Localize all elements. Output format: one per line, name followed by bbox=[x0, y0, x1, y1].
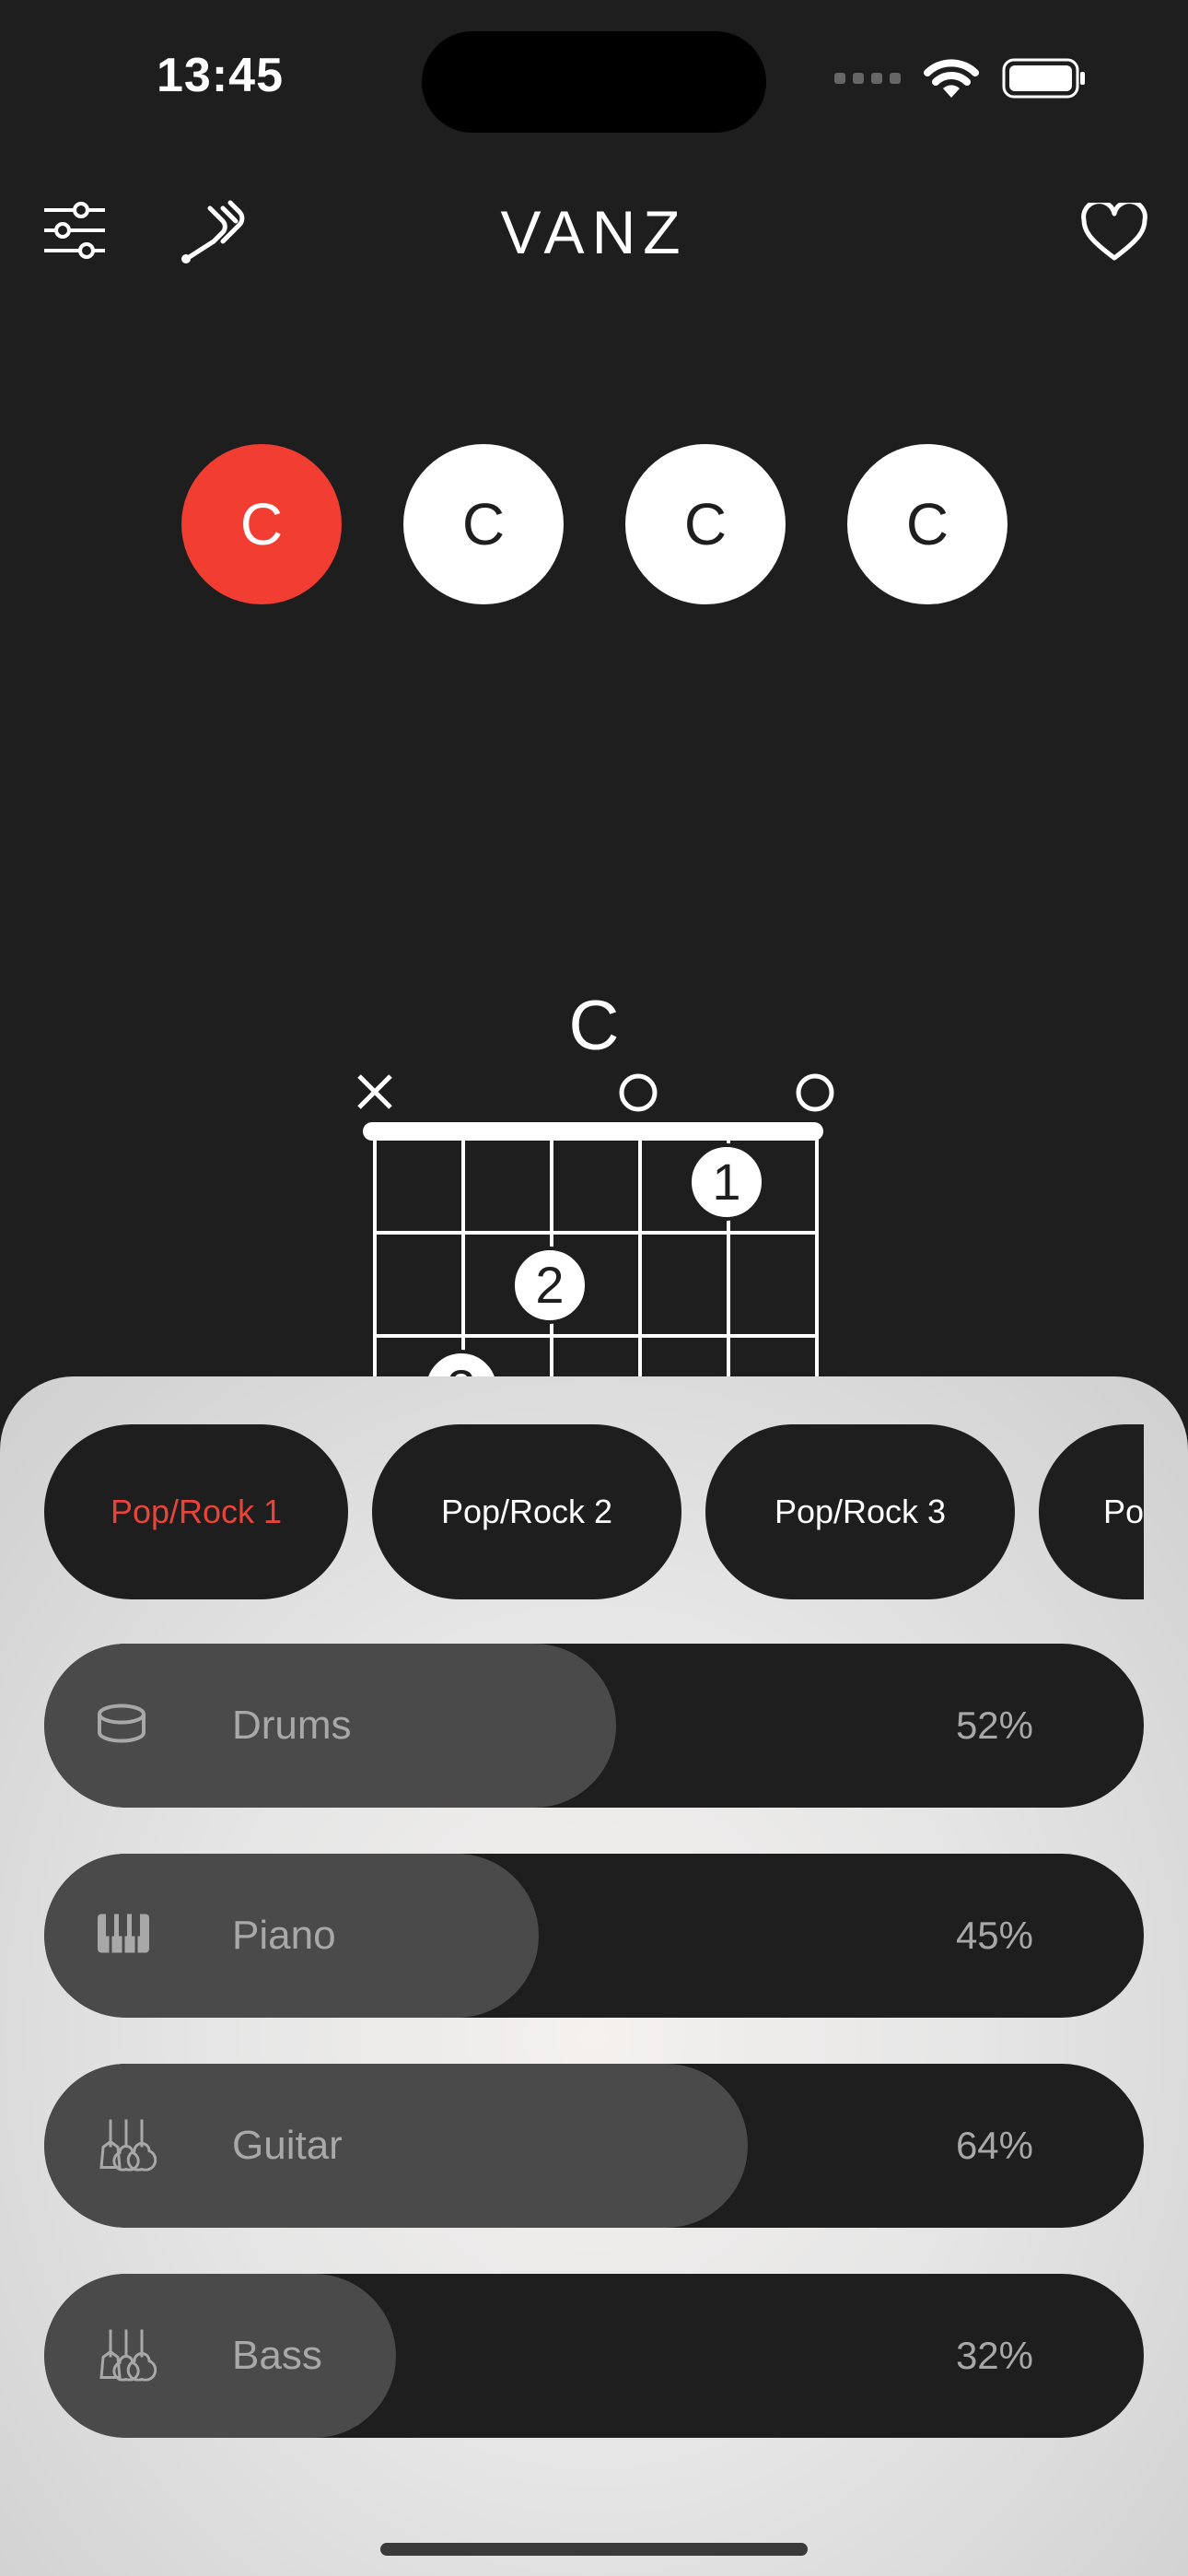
battery-icon bbox=[1002, 58, 1085, 99]
open-string-marker bbox=[619, 1073, 658, 1112]
svg-text:2: 2 bbox=[535, 1256, 564, 1314]
mixer-label: Guitar bbox=[232, 2123, 343, 2168]
chord-button-2[interactable]: C bbox=[403, 444, 564, 604]
mixer-row-piano[interactable]: Piano 45% bbox=[44, 1854, 1144, 2018]
style-pill-pop-rock-4[interactable]: Po bbox=[1039, 1424, 1144, 1599]
muted-string-marker bbox=[357, 1074, 392, 1109]
status-time: 13:45 bbox=[157, 49, 284, 102]
drum-icon bbox=[96, 1704, 147, 1749]
mixer-label: Drums bbox=[232, 1703, 352, 1748]
mixer-value: 32% bbox=[955, 2334, 1033, 2377]
chord-button-4[interactable]: C bbox=[847, 444, 1007, 604]
mixer-value: 64% bbox=[955, 2124, 1033, 2167]
mixer-row-bass[interactable]: Bass 32% bbox=[44, 2274, 1144, 2438]
mixer-row-drums[interactable]: Drums 52% bbox=[44, 1644, 1144, 1808]
heart-icon[interactable] bbox=[1081, 199, 1147, 266]
wifi-icon bbox=[924, 59, 979, 98]
mixer-value: 45% bbox=[955, 1914, 1033, 1957]
svg-text:1: 1 bbox=[712, 1153, 740, 1211]
mixer-row-guitar[interactable]: Guitar 64% bbox=[44, 2064, 1144, 2228]
style-pill-pop-rock-3[interactable]: Pop/Rock 3 bbox=[705, 1424, 1015, 1599]
finger-dot-1: 1 bbox=[688, 1143, 765, 1221]
dynamic-island bbox=[422, 31, 766, 133]
nut bbox=[363, 1122, 823, 1141]
guitars-icon bbox=[96, 2326, 157, 2386]
style-selector: Pop/Rock 1 Pop/Rock 2 Pop/Rock 3 Po bbox=[44, 1424, 1144, 1599]
status-icons bbox=[834, 57, 1087, 100]
chord-selector: C C C C bbox=[181, 444, 1007, 604]
guitars-icon bbox=[96, 2116, 157, 2176]
style-pill-pop-rock-1[interactable]: Pop/Rock 1 bbox=[44, 1424, 348, 1599]
chord-button-1[interactable]: C bbox=[181, 444, 342, 604]
cellular-signal-icon bbox=[834, 73, 901, 84]
app-title: VANZ bbox=[500, 198, 688, 266]
chord-diagram-name: C bbox=[568, 987, 620, 1065]
open-string-marker bbox=[796, 1073, 834, 1112]
chord-button-3[interactable]: C bbox=[625, 444, 786, 604]
mixer-label: Piano bbox=[232, 1913, 336, 1958]
mixer-label: Bass bbox=[232, 2333, 322, 2378]
style-pill-pop-rock-2[interactable]: Pop/Rock 2 bbox=[372, 1424, 681, 1599]
home-indicator[interactable] bbox=[380, 2543, 808, 2556]
piano-keys-icon bbox=[96, 1913, 151, 1960]
finger-dot-2: 2 bbox=[511, 1247, 588, 1324]
mixer-value: 52% bbox=[955, 1704, 1033, 1747]
